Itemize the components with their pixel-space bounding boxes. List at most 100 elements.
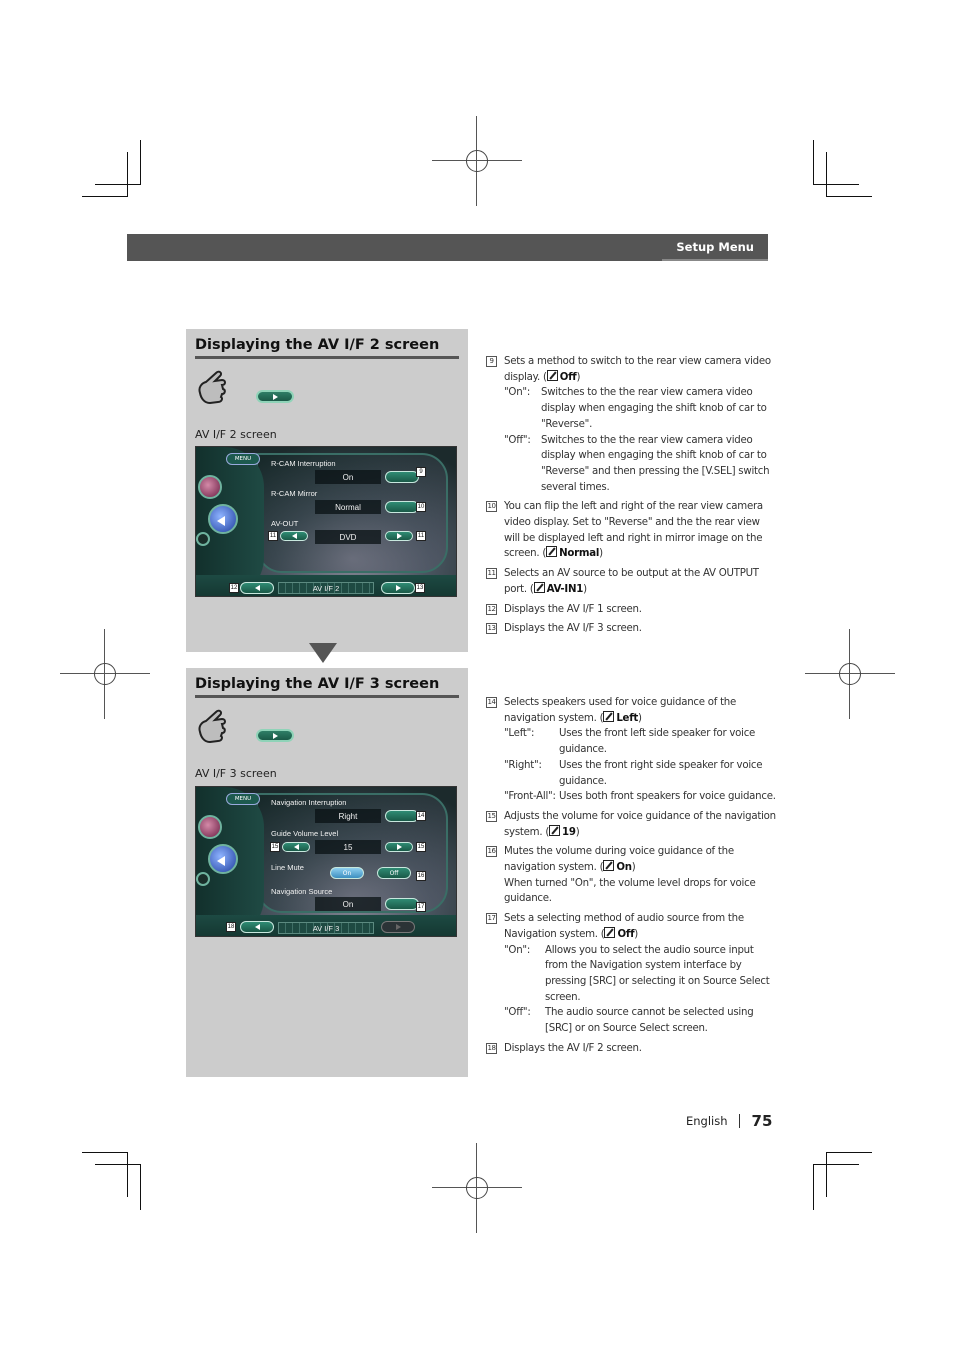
guide-volume-up-button[interactable]	[385, 842, 413, 852]
guide-volume-value: 15	[315, 840, 381, 854]
crop-mark	[813, 184, 859, 185]
navigation-interruption-label: Navigation Interruption	[271, 798, 347, 807]
media-icon[interactable]	[198, 475, 222, 499]
callout-12: 12	[229, 583, 239, 593]
description-item-17: 17 Sets a selecting method of audio sour…	[486, 913, 770, 1035]
navigation-source-button[interactable]	[385, 898, 419, 910]
play-arrow-icon	[272, 732, 278, 739]
callout-17: 17	[416, 902, 426, 912]
section-title: Setup Menu	[662, 234, 768, 261]
media-icon[interactable]	[198, 815, 222, 839]
small-knob-icon[interactable]	[196, 532, 210, 546]
left-arrow-icon	[291, 533, 297, 539]
home-back-icon[interactable]	[208, 504, 238, 534]
crop-mark	[82, 196, 128, 197]
descriptions-av-if-2: 9 Sets a method to switch to the rear vi…	[486, 354, 776, 641]
rcam-interruption-button[interactable]	[385, 471, 419, 483]
crop-mark	[140, 140, 141, 185]
screen-title: AV I/F 3	[278, 922, 374, 934]
divider	[738, 1114, 740, 1128]
callout-11: 11	[268, 531, 278, 541]
callout-9: 9	[416, 467, 426, 477]
description-item-15: 15 Adjusts the volume for voice guidance…	[486, 810, 776, 838]
line-mute-on-button[interactable]: On	[330, 867, 364, 879]
rcam-mirror-label: R-CAM Mirror	[271, 489, 318, 498]
registration-mark	[805, 629, 895, 719]
menu-button[interactable]: MENU	[226, 453, 260, 465]
default-setting-icon	[603, 710, 615, 722]
screen-title: AV I/F 2	[278, 582, 374, 594]
callout-15: 15	[270, 842, 280, 852]
av-out-prev-button[interactable]	[280, 531, 308, 541]
default-setting-icon	[603, 860, 615, 872]
default-setting-icon	[546, 546, 558, 558]
callout-10: 10	[416, 502, 426, 512]
right-arrow-icon	[396, 844, 402, 850]
crop-mark	[127, 1152, 128, 1197]
description-item-18: 18 Displays the AV I/F 2 screen.	[486, 1042, 642, 1054]
next-screen-button-disabled	[381, 921, 415, 933]
description-item-10: 10 You can flip the left and right of th…	[486, 501, 763, 560]
hand-pointer-icon	[198, 709, 226, 744]
rcam-mirror-button[interactable]	[385, 501, 419, 513]
crop-mark	[127, 152, 128, 197]
registration-mark	[60, 629, 150, 719]
callout-14: 14	[416, 811, 426, 821]
callout-13: 13	[415, 583, 425, 593]
navigation-interruption-button[interactable]	[385, 810, 419, 822]
default-setting-icon	[533, 581, 545, 593]
prev-screen-button[interactable]	[240, 582, 274, 594]
next-screen-button[interactable]	[256, 729, 294, 742]
callout-16: 16	[416, 871, 426, 881]
crop-mark	[826, 1152, 872, 1153]
navigation-interruption-value: Right	[315, 809, 381, 823]
home-back-icon[interactable]	[208, 844, 238, 874]
crop-mark	[813, 140, 814, 185]
crop-mark	[140, 1164, 141, 1210]
left-arrow-icon	[254, 585, 260, 591]
line-mute-off-button[interactable]: Off	[377, 867, 411, 879]
next-screen-button[interactable]	[381, 582, 415, 594]
menu-button[interactable]: MENU	[226, 793, 260, 805]
prev-screen-button[interactable]	[240, 921, 274, 933]
description-item-16: 16 Mutes the volume during voice guidanc…	[486, 846, 756, 905]
right-arrow-icon	[396, 533, 402, 539]
section-header-bar: Setup Menu	[127, 234, 768, 261]
rcam-mirror-value: Normal	[315, 500, 381, 514]
registration-mark	[432, 1143, 522, 1233]
right-arrow-icon	[395, 585, 401, 591]
crop-mark	[95, 1164, 141, 1165]
page-number: 75	[751, 1112, 773, 1130]
left-arrow-icon	[254, 924, 260, 930]
down-arrow-icon	[309, 643, 337, 663]
av-if-3-screen: MENU Navigation Interruption Right 14 Gu…	[195, 786, 457, 937]
av-if-2-screen: MENU R-CAM Interruption On 9 R-CAM Mirro…	[195, 446, 457, 597]
crop-mark	[826, 152, 827, 197]
crop-mark	[813, 1164, 814, 1210]
hand-pointer-icon	[198, 370, 226, 405]
left-arrow-icon	[293, 844, 299, 850]
crop-mark	[826, 1152, 827, 1197]
line-mute-label: Line Mute	[271, 863, 304, 872]
descriptions-av-if-3: 14 Selects speakers used for voice guida…	[486, 695, 776, 1060]
screen-caption: AV I/F 3 screen	[195, 767, 277, 780]
page-footer: English 75	[686, 1112, 772, 1130]
rcam-interruption-label: R-CAM Interruption	[271, 459, 336, 468]
navigation-source-label: Navigation Source	[271, 887, 333, 896]
crop-mark	[826, 196, 872, 197]
crop-mark	[82, 1152, 128, 1153]
right-arrow-icon	[395, 924, 401, 930]
av-out-value: DVD	[315, 530, 381, 544]
default-setting-icon	[549, 824, 561, 836]
callout-15: 15	[416, 842, 426, 852]
next-screen-button[interactable]	[256, 390, 294, 403]
screen-caption: AV I/F 2 screen	[195, 428, 277, 441]
description-item-13: 13 Displays the AV I/F 3 screen.	[486, 623, 642, 635]
av-out-next-button[interactable]	[385, 531, 413, 541]
crop-mark	[813, 1164, 859, 1165]
callout-11: 11	[416, 531, 426, 541]
guide-volume-down-button[interactable]	[282, 842, 310, 852]
language-label: English	[686, 1114, 728, 1128]
description-item-11: 11 Selects an AV source to be output at …	[486, 568, 759, 595]
small-knob-icon[interactable]	[196, 872, 210, 886]
